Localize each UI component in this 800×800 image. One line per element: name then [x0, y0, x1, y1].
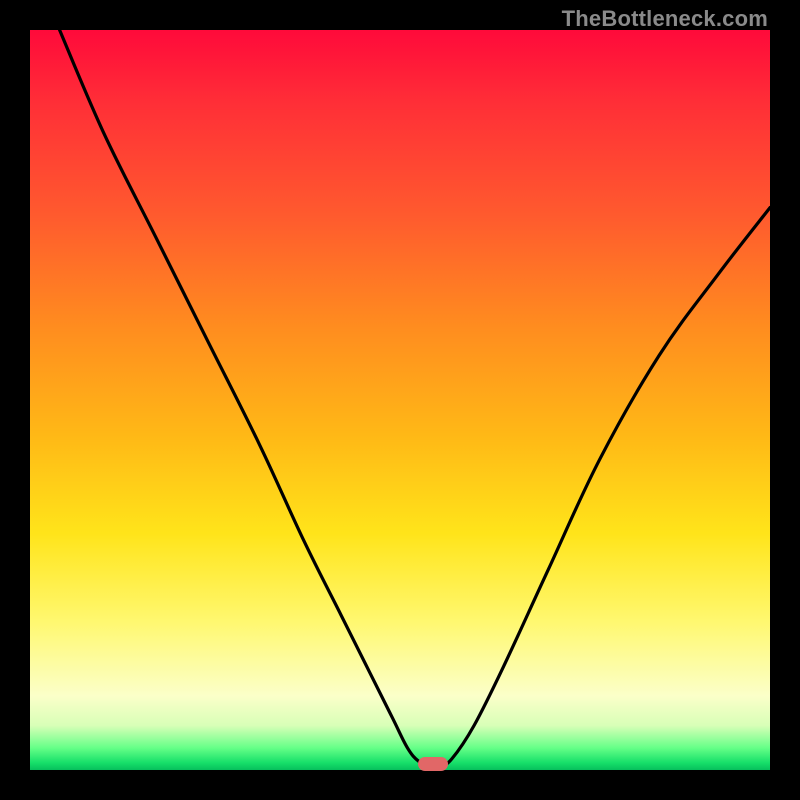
chart-frame: TheBottleneck.com — [0, 0, 800, 800]
minimum-marker — [418, 757, 448, 771]
plot-area — [30, 30, 770, 770]
attribution-label: TheBottleneck.com — [562, 6, 768, 32]
bottleneck-curve — [30, 30, 770, 770]
